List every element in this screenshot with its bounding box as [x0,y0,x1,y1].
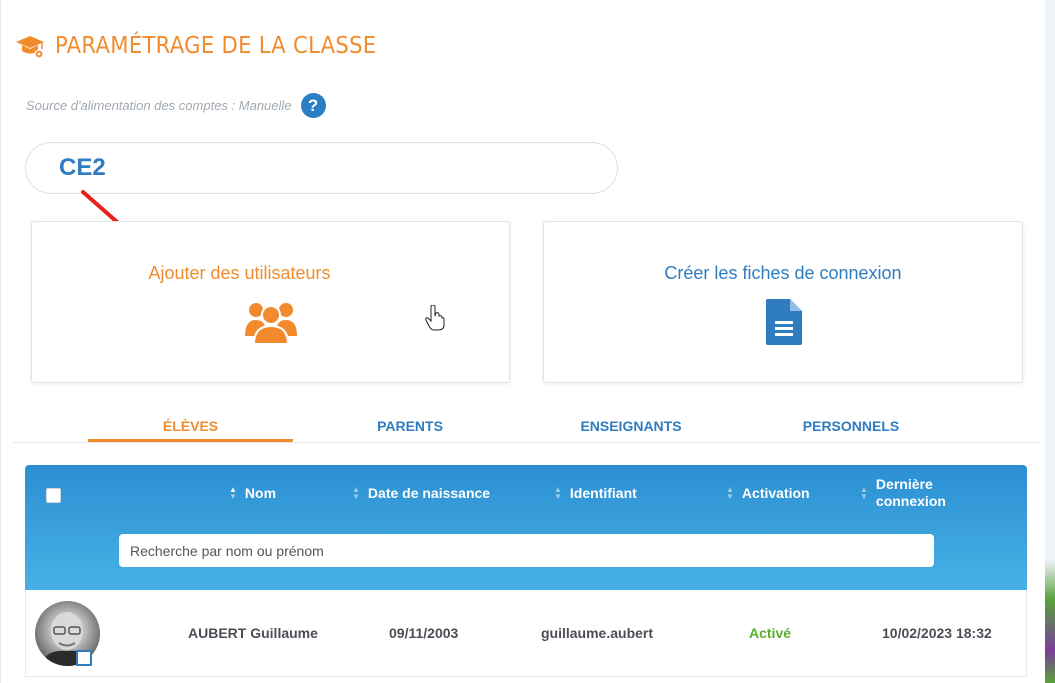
users-table-header: ▲ ▼ Nom ▲ ▼ Date de naissance ▲ ▼ Identifia… [25,465,1027,590]
create-login-sheets-label: Créer les fiches de connexion [664,263,902,283]
column-nom-label: Nom [244,485,277,501]
user-type-tabs: ÉLÈVES PARENTS ENSEIGNANTS PERSONNELS [13,406,1039,443]
column-derniere-line-1: Dernière [875,476,933,492]
sort-icon: ▲ ▼ [860,485,868,501]
column-derniere-label: Dernière connexion [876,476,946,510]
tab-enseignants[interactable]: ENSEIGNANTS [553,418,709,434]
sort-icon: ▲ ▼ [554,485,562,501]
cell-last-login: 10/02/2023 18:32 [882,625,992,641]
tab-parents[interactable]: PARENTS [325,418,495,434]
column-identifiant[interactable]: ▲ ▼ Identifiant [554,485,637,501]
column-derniere-connexion[interactable]: ▲ ▼ Dernière connexion [860,476,946,510]
cell-name: AUBERT Guillaume [188,625,318,641]
column-nom[interactable]: ▲ ▼ Nom [229,485,276,501]
status-badge: Activé [749,625,792,641]
column-activation[interactable]: ▲ ▼ Activation [726,485,810,501]
create-login-sheets-card[interactable]: Créer les fiches de connexion [543,221,1023,383]
class-name-field[interactable]: CE2 [25,142,618,194]
account-source-text: Source d'alimentation des comptes : Manu… [26,98,292,113]
row-checkbox[interactable] [76,650,92,666]
column-derniere-line-2: connexion [875,493,946,509]
document-icon [766,299,802,345]
column-date-naissance[interactable]: ▲ ▼ Date de naissance [352,485,490,501]
help-icon[interactable]: ? [300,93,326,118]
sort-icon: ▲ ▼ [229,485,237,501]
page-title: PARAMÉTRAGE DE LA CLASSE [55,33,377,59]
column-date-label: Date de naissance [367,485,491,501]
tab-eleves[interactable]: ÉLÈVES [88,418,293,442]
hand-cursor-icon [425,305,445,331]
tab-personnels[interactable]: PERSONNELS [773,418,929,434]
account-source-row: Source d'alimentation des comptes : Manu… [26,93,326,118]
add-users-label: Ajouter des utilisateurs [148,263,331,283]
table-row[interactable]: AUBERT Guillaume 09/11/2003 guillaume.au… [25,590,1027,677]
sort-icon: ▲ ▼ [352,485,360,501]
background-decoration [1045,0,1055,683]
cell-birth-date: 09/11/2003 [389,625,459,641]
page-header: PARAMÉTRAGE DE LA CLASSE [15,32,404,60]
column-activation-label: Activation [741,485,810,501]
class-settings-panel: PARAMÉTRAGE DE LA CLASSE Source d'alimen… [0,0,1045,683]
search-input[interactable] [119,534,934,567]
sort-icon: ▲ ▼ [726,485,734,501]
column-identifiant-label: Identifiant [569,485,637,501]
add-users-card[interactable]: Ajouter des utilisateurs [31,221,510,383]
users-group-icon [245,303,297,344]
select-all-checkbox[interactable] [46,488,61,503]
cell-login: guillaume.aubert [541,625,654,641]
graduation-cap-icon [16,36,44,59]
